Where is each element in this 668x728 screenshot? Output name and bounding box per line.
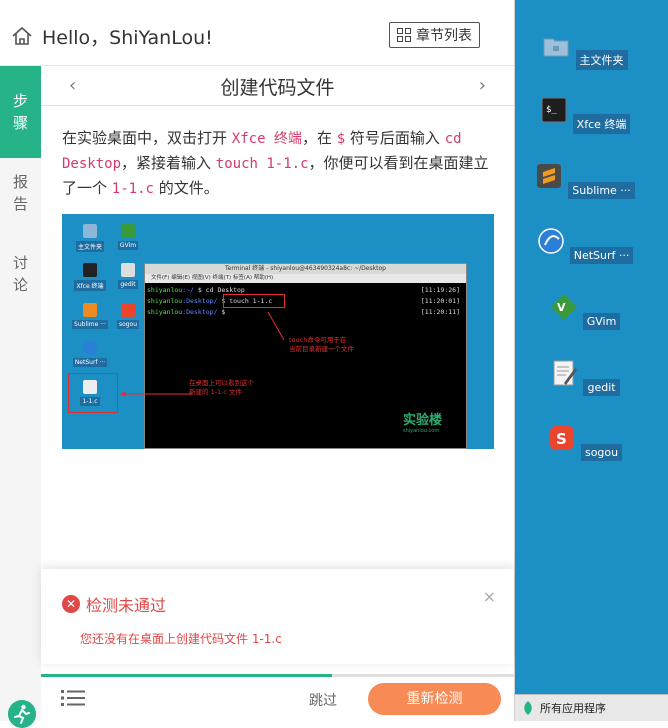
desktop-netsurf[interactable]: NetSurf ··· — [535, 227, 635, 264]
desktop-icon-label: 主文件夹 — [575, 50, 628, 70]
desktop-icon-label: gedit — [583, 379, 620, 396]
grid-icon — [397, 28, 411, 42]
instruction-text: 的文件。 — [153, 179, 219, 197]
error-icon: ✕ — [62, 595, 80, 613]
sublime-icon — [537, 164, 562, 188]
app-menu-icon — [524, 701, 532, 715]
bottom-bar: 跳过 重新检测 — [41, 677, 514, 721]
recheck-button[interactable]: 重新检测 — [368, 683, 501, 715]
all-apps-menu[interactable]: 所有应用程序 — [515, 700, 606, 716]
result-message: 您还没有在桌面上创建代码文件 1-1.c — [80, 632, 282, 646]
desktop-gvim[interactable]: V GVim — [535, 293, 635, 330]
step-content: ‹ 创建代码文件 › 在实验桌面中，双击打开 Xfce 终端，在 $ 符号后面输… — [41, 66, 514, 721]
instruction-text: 在实验桌面中，双击打开 — [62, 129, 232, 147]
instruction-text: 符号后面输入 — [345, 129, 445, 147]
inline-code: 1-1.c — [111, 181, 154, 197]
netsurf-globe-icon — [537, 228, 564, 254]
list-icon[interactable] — [61, 688, 85, 708]
desktop-icon-label: GVim — [582, 313, 621, 330]
next-step-button[interactable]: › — [479, 75, 486, 96]
terminal-icon: $_ — [541, 97, 567, 123]
desktop-icon-label: sogou — [580, 444, 623, 461]
tab-discuss-label-2: 论 — [12, 276, 28, 294]
tab-discuss[interactable]: 讨 论 — [0, 252, 41, 296]
result-notification: ✕ 检测未通过 × 您还没有在桌面上创建代码文件 1-1.c — [41, 569, 514, 664]
inline-code: Xfce 终端 — [231, 131, 302, 147]
desktop-xfce-terminal[interactable]: $_ Xfce 终端 — [535, 96, 635, 134]
tab-steps-label-1: 步 — [12, 92, 28, 110]
home-icon[interactable] — [11, 25, 33, 47]
result-title: ✕ 检测未通过 — [62, 592, 166, 616]
instruction-screenshot: 主文件夹 GVim Xfce 终端 gedit Sublime ··· sogo… — [62, 214, 494, 449]
svg-text:$_: $_ — [546, 105, 557, 115]
inline-code: touch 1-1.c — [215, 156, 309, 172]
result-title-text: 检测未通过 — [86, 596, 167, 615]
top-bar: Hello，ShiYanLou! 章节列表 — [0, 0, 514, 66]
annotation-arrows — [120, 311, 285, 397]
tab-report[interactable]: 报 告 — [0, 171, 41, 215]
all-apps-label: 所有应用程序 — [540, 702, 606, 715]
desktop: 主文件夹 $_ Xfce 终端 Sublime ··· NetSurf ··· … — [515, 0, 668, 721]
chapter-list-button[interactable]: 章节列表 — [389, 22, 480, 48]
close-icon[interactable]: × — [483, 587, 496, 606]
side-tabs: 步 骤 报 告 讨 论 — [0, 66, 41, 728]
tab-steps[interactable]: 步 骤 — [0, 66, 41, 158]
inline-code: $ — [336, 131, 346, 147]
desktop-home-folder[interactable]: 主文件夹 — [535, 32, 635, 70]
desktop-sublime[interactable]: Sublime ··· — [535, 162, 635, 199]
instruction-text: ，紧接着输入 — [121, 154, 216, 172]
tab-report-label-2: 告 — [12, 195, 28, 213]
svg-text:V: V — [557, 301, 566, 314]
desktop-gedit[interactable]: gedit — [535, 359, 635, 396]
step-instruction: 在实验桌面中，双击打开 Xfce 终端，在 $ 符号后面输入 cd Deskto… — [62, 126, 502, 201]
tab-report-label-1: 报 — [12, 173, 28, 191]
folder-icon — [543, 38, 569, 57]
desktop-sogou[interactable]: S sogou — [535, 424, 635, 461]
app-title: Hello，ShiYanLou! — [42, 27, 213, 49]
svg-text:S: S — [556, 430, 567, 448]
desktop-icon-label: Sublime ··· — [568, 182, 635, 199]
desktop-icon-label: NetSurf ··· — [569, 247, 634, 264]
step-title: 创建代码文件 — [220, 77, 335, 99]
chapter-list-label: 章节列表 — [416, 28, 472, 44]
tab-discuss-label-1: 讨 — [12, 254, 28, 272]
sogou-icon: S — [549, 426, 574, 450]
instruction-text: ，在 — [301, 129, 337, 147]
gedit-icon — [553, 360, 578, 386]
skip-button[interactable]: 跳过 — [309, 690, 337, 710]
step-header: ‹ 创建代码文件 › — [41, 66, 514, 106]
desktop-icon-label: Xfce 终端 — [572, 114, 631, 134]
tab-steps-label-2: 骤 — [12, 114, 28, 132]
course-panel: Hello，ShiYanLou! 章节列表 步 骤 报 告 讨 论 ‹ 创建代码… — [0, 0, 515, 728]
taskbar: 所有应用程序 — [515, 694, 668, 721]
runner-icon[interactable] — [8, 700, 36, 728]
gvim-icon: V — [550, 294, 577, 320]
